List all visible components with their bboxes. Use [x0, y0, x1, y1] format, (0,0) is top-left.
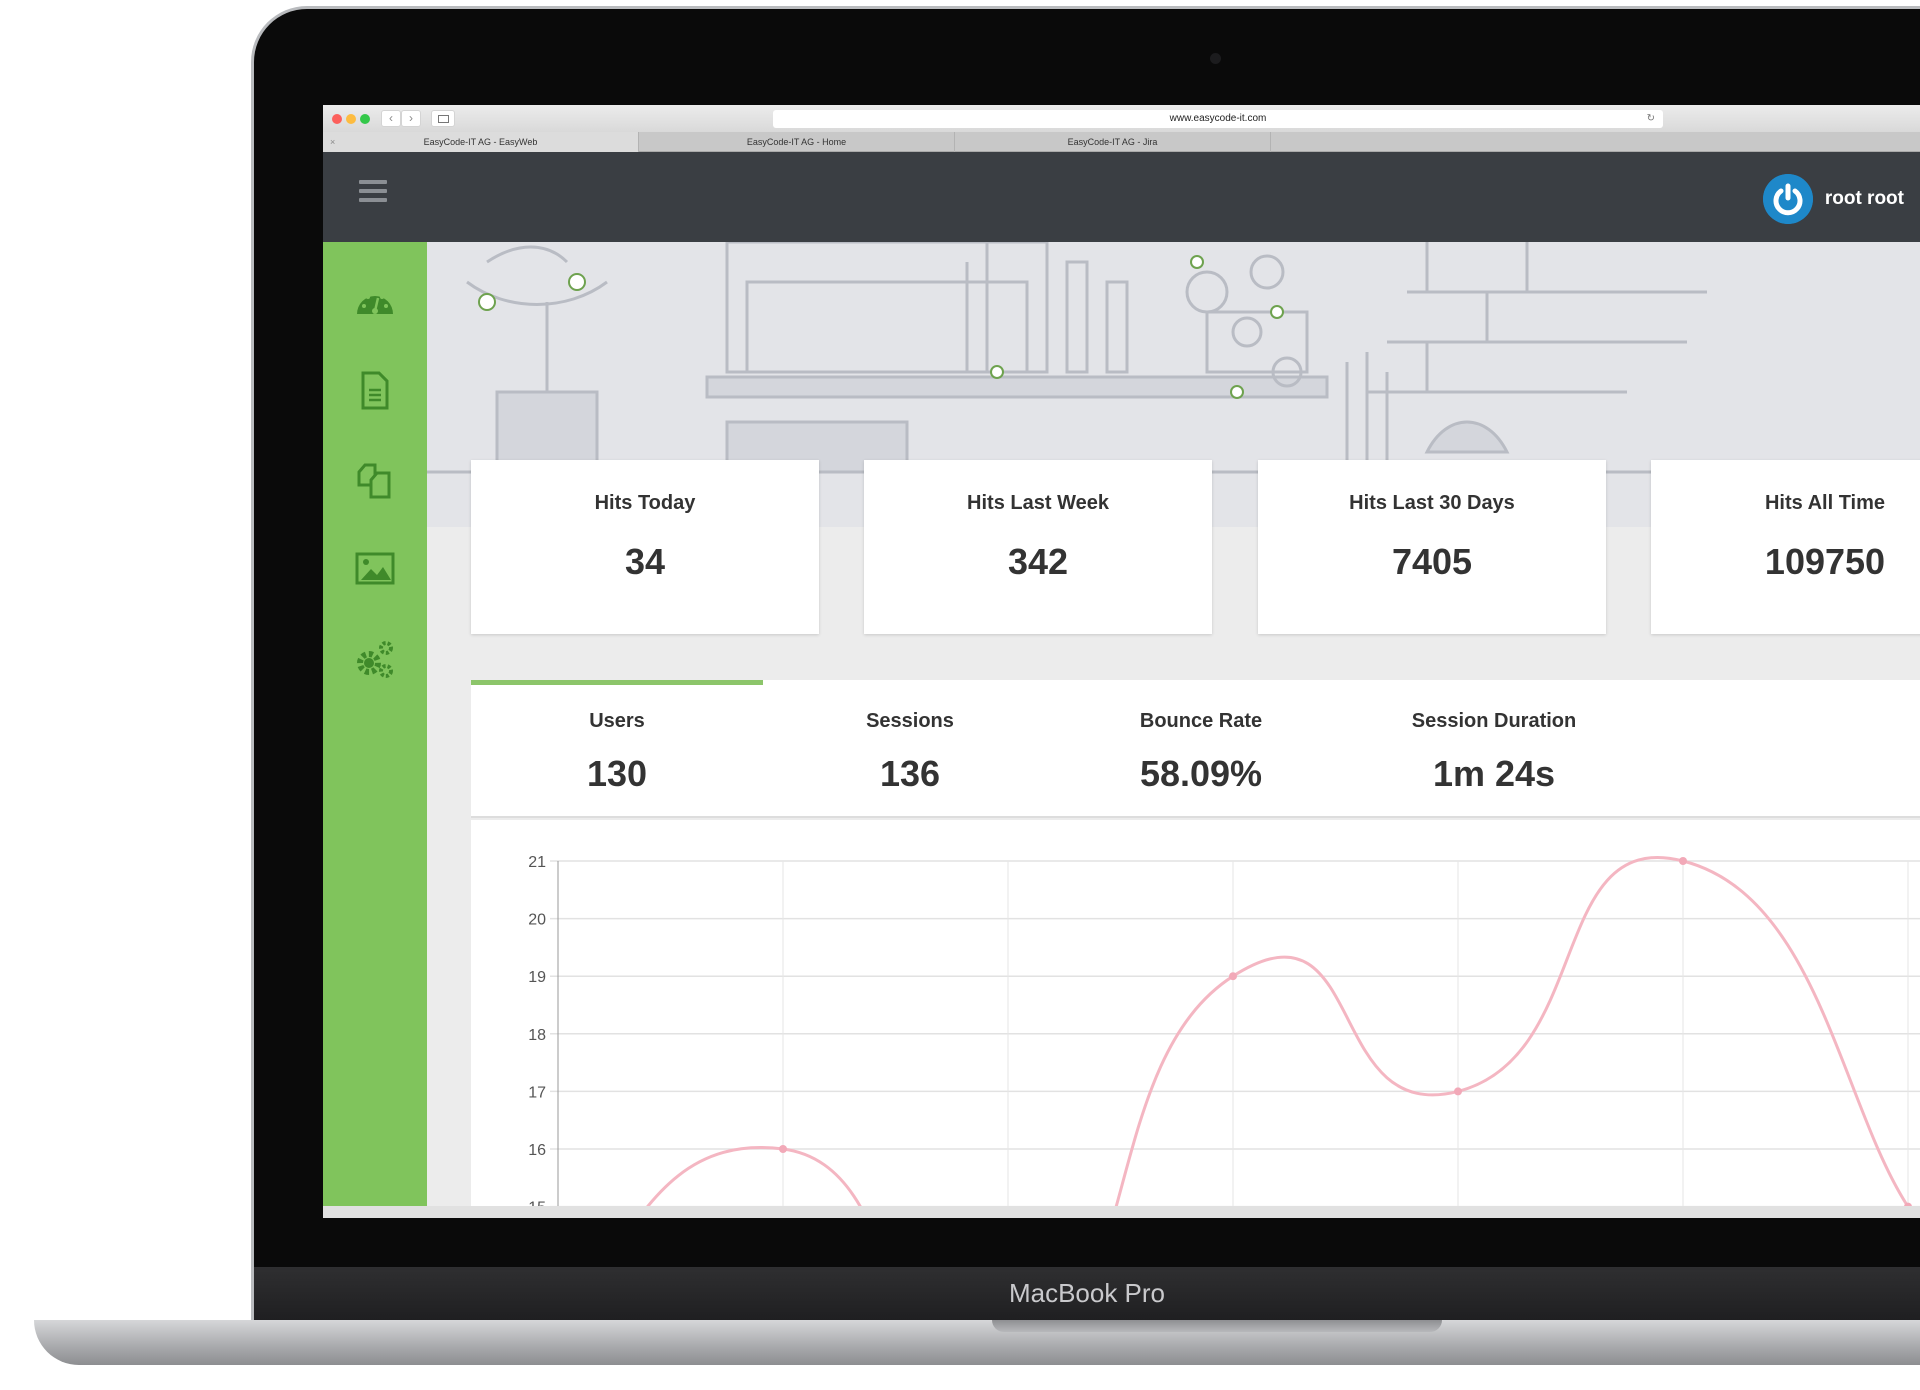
stat-value: 58.09%: [1139, 753, 1263, 794]
close-window-button[interactable]: [332, 114, 342, 124]
data-point: [779, 1145, 787, 1153]
back-icon: ‹: [389, 111, 393, 125]
browser-toolbar: ‹ › www.easycode-it.com ↻: [323, 105, 1920, 132]
stat-label: Session Duration: [1411, 710, 1577, 732]
tab-jira[interactable]: EasyCode-IT AG - Jira: [955, 132, 1271, 152]
card-hits-last-week: Hits Last Week 342: [864, 460, 1212, 634]
tab-easyweb[interactable]: × EasyCode-IT AG - EasyWeb: [323, 132, 639, 152]
url-text: www.easycode-it.com: [1169, 113, 1267, 124]
tab-label: EasyCode-IT AG - Home: [746, 137, 847, 147]
screen: ‹ › www.easycode-it.com ↻ × EasyCode-IT A…: [323, 105, 1920, 1218]
screen-bottom-strip: [323, 1206, 1920, 1218]
stat-label: Users: [589, 710, 645, 732]
stat-tab-users[interactable]: Users 130: [497, 680, 737, 795]
card-value: 7405: [1391, 541, 1473, 582]
sidebar-toggle-button[interactable]: [431, 110, 455, 127]
dashboard-gauge-icon[interactable]: [353, 280, 397, 324]
card-value: 342: [1007, 541, 1069, 582]
camera: [1210, 53, 1221, 64]
tab-home[interactable]: EasyCode-IT AG - Home: [639, 132, 955, 152]
document-icon[interactable]: [353, 368, 397, 412]
tab-label: EasyCode-IT AG - EasyWeb: [423, 137, 538, 147]
line-chart: 21201918171615: [528, 854, 1920, 1218]
hamburger-icon[interactable]: [359, 180, 387, 202]
card-hits-today: Hits Today 34: [471, 460, 819, 634]
app-header: root root: [323, 152, 1920, 242]
y-tick-label: 21: [528, 854, 546, 871]
card-title: Hits Last 30 Days: [1349, 492, 1515, 514]
y-tick-label: 20: [528, 912, 546, 929]
forward-icon: ›: [409, 111, 413, 125]
card-title: Hits Last Week: [967, 492, 1109, 514]
laptop-notch: [992, 1320, 1442, 1332]
copy-pages-icon[interactable]: [353, 458, 397, 502]
tab-close-icon[interactable]: ×: [330, 132, 335, 152]
stat-tab-session-duration[interactable]: Session Duration 1m 24s: [1374, 680, 1614, 795]
stats-tabs: Users 130 Sessions 136 Bounce Rate 58.09% S…: [471, 680, 1920, 818]
y-tick-label: 17: [528, 1084, 546, 1101]
back-button[interactable]: ‹: [381, 110, 401, 127]
y-tick-label: 16: [528, 1142, 546, 1159]
y-tick-label: 19: [528, 969, 546, 986]
data-point: [1229, 972, 1237, 981]
card-title: Hits Today: [594, 492, 696, 514]
card-hits-all-time: Hits All Time 109750: [1651, 460, 1920, 634]
address-bar[interactable]: www.easycode-it.com ↻: [773, 110, 1663, 128]
data-point: [1454, 1087, 1462, 1096]
line-chart-panel: 21201918171615: [471, 820, 1920, 1218]
tab-label: EasyCode-IT AG - Jira: [1067, 137, 1158, 147]
stat-label: Sessions: [866, 710, 954, 732]
device-label: MacBook Pro: [254, 1267, 1920, 1320]
forward-button[interactable]: ›: [401, 110, 421, 127]
maximize-window-button[interactable]: [360, 114, 370, 124]
stat-label: Bounce Rate: [1139, 710, 1263, 732]
stat-tab-bounce-rate[interactable]: Bounce Rate 58.09%: [1081, 680, 1321, 795]
tab-bar: × EasyCode-IT AG - EasyWeb EasyCode-IT AG…: [323, 132, 1920, 152]
image-icon[interactable]: [353, 547, 397, 591]
card-title: Hits All Time: [1764, 492, 1886, 514]
power-icon: [1762, 174, 1813, 224]
card-value: 34: [624, 541, 666, 582]
card-value: 109750: [1764, 541, 1886, 582]
stat-value: 136: [879, 753, 941, 794]
stat-value: 130: [586, 753, 648, 794]
y-tick-label: 18: [528, 1027, 546, 1044]
reload-icon[interactable]: ↻: [1647, 110, 1655, 128]
sidebar-icon: [437, 115, 449, 123]
data-point: [1679, 857, 1687, 865]
minimize-window-button[interactable]: [346, 114, 356, 124]
stat-value: 1m 24s: [1432, 753, 1556, 794]
stat-tab-sessions[interactable]: Sessions 136: [790, 680, 1030, 795]
user-name: root root: [1824, 188, 1904, 209]
sidebar: [323, 242, 427, 1206]
laptop-base: [34, 1320, 1920, 1365]
settings-gears-icon[interactable]: [353, 637, 397, 681]
user-menu[interactable]: root root: [1762, 174, 1904, 224]
card-hits-last-30-days: Hits Last 30 Days 7405: [1258, 460, 1606, 634]
